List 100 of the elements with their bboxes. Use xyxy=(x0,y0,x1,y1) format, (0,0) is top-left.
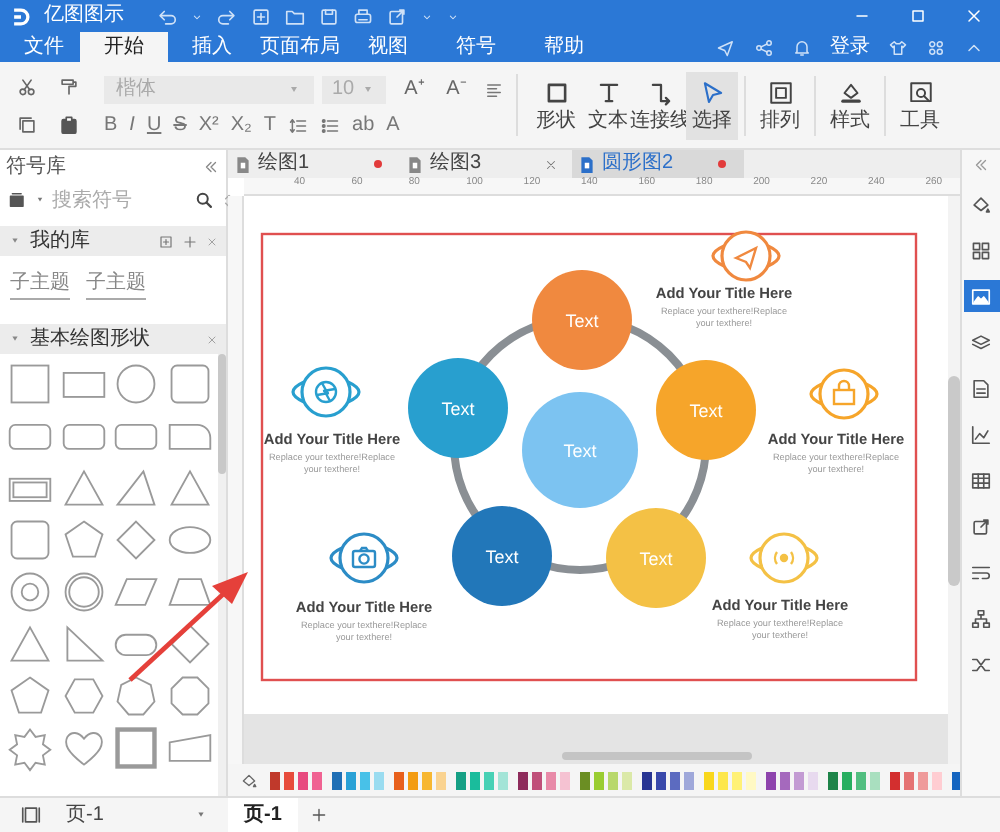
tool-button[interactable]: 工具 xyxy=(892,71,948,139)
star-shape[interactable] xyxy=(6,724,54,772)
color-swatch[interactable] xyxy=(732,771,742,789)
redo-icon[interactable] xyxy=(216,5,238,27)
color-swatch[interactable] xyxy=(284,771,294,789)
color-swatch[interactable] xyxy=(298,771,308,789)
color-swatch[interactable] xyxy=(718,771,728,789)
font-size-button[interactable]: A⁺ xyxy=(400,74,428,104)
print-icon[interactable] xyxy=(352,5,374,27)
color-swatch[interactable] xyxy=(560,771,570,789)
color-swatch[interactable] xyxy=(374,771,384,789)
color-swatch[interactable] xyxy=(422,771,432,789)
caret-icon[interactable] xyxy=(190,9,204,23)
color-swatch[interactable] xyxy=(608,771,618,789)
color-swatch[interactable] xyxy=(518,771,528,789)
color-swatch[interactable] xyxy=(436,771,446,789)
library-icon[interactable] xyxy=(8,190,28,210)
color-swatch[interactable] xyxy=(346,771,356,789)
library-item[interactable]: 子主题 xyxy=(86,273,146,299)
triangle-shape[interactable] xyxy=(6,620,54,668)
strikethrough-button[interactable]: S xyxy=(173,116,187,136)
search-icon[interactable] xyxy=(194,190,214,210)
close-icon[interactable] xyxy=(206,235,218,247)
color-swatch[interactable] xyxy=(904,771,914,789)
copy-icon[interactable] xyxy=(16,113,38,135)
triangle-shape[interactable] xyxy=(59,464,107,512)
color-swatch[interactable] xyxy=(932,771,942,789)
search-field[interactable]: 搜索符号 xyxy=(52,185,188,215)
tool-button[interactable]: 样式 xyxy=(822,71,878,139)
pentagon-shape[interactable] xyxy=(59,516,107,564)
subscript-button[interactable]: X₂ xyxy=(230,116,252,136)
add-icon[interactable] xyxy=(182,233,198,249)
menu-tab[interactable]: 帮助 xyxy=(520,32,608,62)
share-icon[interactable] xyxy=(754,37,774,57)
color-swatch[interactable] xyxy=(842,771,852,789)
color-swatch[interactable] xyxy=(622,771,632,789)
menu-tab[interactable]: 符号 xyxy=(432,32,520,62)
side-tool[interactable] xyxy=(963,280,999,312)
line-spacing-icon[interactable] xyxy=(288,116,309,136)
close-icon[interactable] xyxy=(206,333,218,345)
undo-icon[interactable] xyxy=(156,5,178,27)
maximize-icon[interactable] xyxy=(908,6,928,26)
save-icon[interactable] xyxy=(318,5,340,27)
cut-icon[interactable] xyxy=(16,75,38,97)
superscript-button[interactable]: X² xyxy=(198,116,219,136)
color-swatch[interactable] xyxy=(684,771,694,789)
underline-button[interactable]: U xyxy=(146,116,162,136)
color-swatch[interactable] xyxy=(270,771,280,789)
horizontal-scrollbar[interactable] xyxy=(561,752,751,760)
format-painter-icon[interactable] xyxy=(58,75,80,97)
scrollbar-thumb[interactable] xyxy=(218,354,226,474)
diamond-shape[interactable] xyxy=(112,516,160,564)
close-icon[interactable] xyxy=(964,6,984,26)
folder-icon[interactable] xyxy=(284,5,306,27)
menu-tab[interactable]: 视图 xyxy=(344,32,432,62)
tool-button[interactable]: 排列 xyxy=(752,71,808,139)
color-swatch[interactable] xyxy=(642,771,652,789)
color-swatch[interactable] xyxy=(952,771,960,789)
vertical-scrollbar[interactable] xyxy=(948,376,960,586)
color-swatch[interactable] xyxy=(856,771,866,789)
color-swatch[interactable] xyxy=(532,771,542,789)
font-size-button[interactable]: A⁻ xyxy=(442,74,470,104)
tool-button[interactable]: 形状 xyxy=(530,71,582,139)
section-header[interactable]: 我的库 xyxy=(0,226,226,256)
page-view-icon[interactable] xyxy=(20,804,42,826)
italic-button[interactable]: I xyxy=(129,116,135,136)
collapse-icon[interactable] xyxy=(202,157,220,175)
apps-icon[interactable] xyxy=(926,37,946,57)
slant-triangle-shape[interactable] xyxy=(112,464,160,512)
color-swatch[interactable] xyxy=(456,771,466,789)
case-button[interactable]: ab xyxy=(352,116,375,136)
color-swatch[interactable] xyxy=(394,771,404,789)
color-swatch[interactable] xyxy=(766,771,776,789)
color-swatch[interactable] xyxy=(808,771,818,789)
align-icon[interactable] xyxy=(484,79,504,99)
pentagon-shape[interactable] xyxy=(6,672,54,720)
menu-tab[interactable]: 插入 xyxy=(168,32,256,62)
caret-icon[interactable] xyxy=(34,194,46,206)
new-icon[interactable] xyxy=(250,5,272,27)
color-swatch[interactable] xyxy=(870,771,880,789)
heptagon-shape[interactable] xyxy=(112,672,160,720)
document-tab[interactable]: 绘图3 xyxy=(400,150,572,178)
color-swatch[interactable] xyxy=(918,771,928,789)
color-swatch[interactable] xyxy=(360,771,370,789)
color-swatch[interactable] xyxy=(828,771,838,789)
triangle-shape[interactable] xyxy=(165,464,213,512)
export-icon[interactable] xyxy=(386,5,408,27)
color-swatch[interactable] xyxy=(332,771,342,789)
document-tab[interactable]: 圆形图2 xyxy=(572,150,744,178)
color-swatch[interactable] xyxy=(408,771,418,789)
rounded-square-shape[interactable] xyxy=(165,360,213,408)
font-color-button[interactable]: A xyxy=(386,116,400,136)
color-swatch[interactable] xyxy=(794,771,804,789)
bell-icon[interactable] xyxy=(792,37,812,57)
color-swatch[interactable] xyxy=(580,771,590,789)
color-swatch[interactable] xyxy=(470,771,480,789)
color-swatch[interactable] xyxy=(546,771,556,789)
hexagon-shape[interactable] xyxy=(59,672,107,720)
rounded-square-shape[interactable] xyxy=(6,516,54,564)
color-swatch[interactable] xyxy=(704,771,714,789)
